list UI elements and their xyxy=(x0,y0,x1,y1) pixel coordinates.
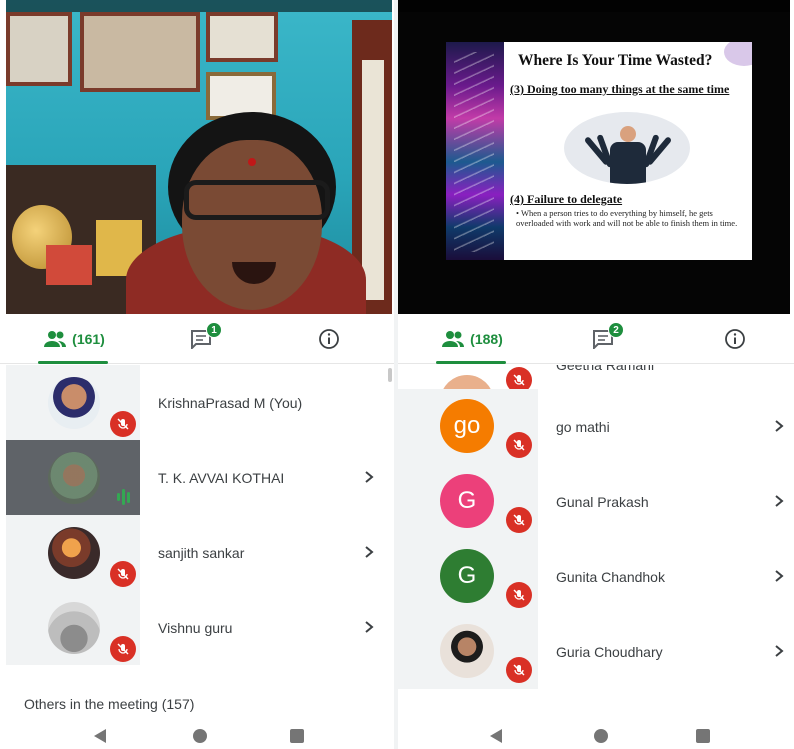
scrollbar-thumb[interactable] xyxy=(388,368,392,382)
avatar xyxy=(440,624,494,678)
home-icon[interactable] xyxy=(193,729,207,743)
tab-chat[interactable]: 2 xyxy=(578,314,628,364)
slide-decoration xyxy=(446,42,504,260)
android-nav-bar xyxy=(0,722,394,749)
tab-people[interactable]: (188) xyxy=(428,314,516,364)
certificate xyxy=(46,245,92,285)
mic-off-icon xyxy=(506,582,532,608)
active-tab-indicator xyxy=(436,361,506,364)
tab-people[interactable]: (161) xyxy=(30,314,118,364)
chevron-right-icon xyxy=(775,645,784,657)
tab-info[interactable] xyxy=(710,314,760,364)
mic-off-icon xyxy=(506,657,532,683)
chat-badge: 2 xyxy=(608,322,624,338)
participant-name: T. K. AVVAI KOTHAI xyxy=(158,469,285,486)
avatar xyxy=(48,452,100,504)
slide-illustration xyxy=(564,112,690,184)
chevron-right-icon xyxy=(365,621,374,633)
avatar: G xyxy=(440,474,494,528)
mic-off-icon xyxy=(506,507,532,533)
status-bar xyxy=(6,0,392,12)
presentation-video[interactable]: Where Is Your Time Wasted? (3) Doing too… xyxy=(398,0,790,314)
presentation-slide: Where Is Your Time Wasted? (3) Doing too… xyxy=(446,42,752,260)
avatar xyxy=(48,377,100,429)
speaker-bindi xyxy=(248,158,256,166)
participant-list: Geetha Ramani go go mathi G Gunal Prakas… xyxy=(398,365,790,689)
active-tab-indicator xyxy=(38,361,108,364)
others-in-meeting-header: Others in the meeting (157) xyxy=(24,696,195,712)
people-icon xyxy=(442,331,465,347)
participant-name: go mathi xyxy=(556,418,610,435)
tab-info[interactable] xyxy=(304,314,354,364)
participant-row[interactable]: Vishnu guru xyxy=(6,590,392,665)
mic-off-icon xyxy=(506,432,532,458)
tab-bar: (161) 1 xyxy=(0,314,394,364)
participant-list: KrishnaPrasad M (You) T. K. AVVAI KOTHAI… xyxy=(6,365,392,665)
info-icon xyxy=(319,329,339,349)
avatar xyxy=(48,527,100,579)
participant-row[interactable]: T. K. AVVAI KOTHAI xyxy=(6,440,392,515)
back-icon[interactable] xyxy=(94,729,106,743)
participant-row[interactable]: G Gunita Chandhok xyxy=(398,539,790,614)
participant-name: Gunita Chandhok xyxy=(556,568,665,585)
home-icon[interactable] xyxy=(594,729,608,743)
chevron-right-icon xyxy=(775,420,784,432)
participant-name: Vishnu guru xyxy=(158,619,233,636)
avatar: go xyxy=(440,399,494,453)
wall-frame xyxy=(206,12,278,62)
mic-off-icon xyxy=(110,636,136,662)
participant-name: Gunal Prakash xyxy=(556,493,649,510)
chevron-right-icon xyxy=(775,570,784,582)
tab-chat[interactable]: 1 xyxy=(176,314,226,364)
participant-name: sanjith sankar xyxy=(158,544,245,561)
participant-row[interactable]: KrishnaPrasad M (You) xyxy=(6,365,392,440)
participant-row[interactable]: go go mathi xyxy=(398,389,790,464)
chevron-right-icon xyxy=(775,495,784,507)
people-count: (188) xyxy=(470,331,503,347)
participant-name: Guria Choudhary xyxy=(556,643,663,660)
slide-title: Where Is Your Time Wasted? xyxy=(518,52,713,69)
info-icon xyxy=(725,329,745,349)
slide-point: (4) Failure to delegate xyxy=(510,192,623,206)
participant-name: KrishnaPrasad M (You) xyxy=(158,394,303,411)
participant-name: Geetha Ramani xyxy=(556,365,655,373)
left-screen: (161) 1 KrishnaPrasad M (You) T. K. AVVA… xyxy=(0,0,394,749)
speaker-video[interactable] xyxy=(6,0,392,314)
wall-frame xyxy=(6,12,72,86)
speaker-glasses xyxy=(184,180,330,220)
mic-off-icon xyxy=(110,411,136,437)
people-count: (161) xyxy=(72,331,105,347)
recent-apps-icon[interactable] xyxy=(696,729,710,743)
recent-apps-icon[interactable] xyxy=(290,729,304,743)
slide-body-text: • When a person tries to do everything b… xyxy=(516,208,738,228)
participant-row[interactable]: Guria Choudhary xyxy=(398,614,790,689)
participant-row[interactable]: sanjith sankar xyxy=(6,515,392,590)
chevron-right-icon xyxy=(365,471,374,483)
back-icon[interactable] xyxy=(490,729,502,743)
status-bar xyxy=(398,0,790,12)
avatar xyxy=(48,602,100,654)
chevron-right-icon xyxy=(365,546,374,558)
mic-off-icon xyxy=(110,561,136,587)
tab-bar: (188) 2 xyxy=(398,314,794,364)
participant-row[interactable]: G Gunal Prakash xyxy=(398,464,790,539)
slide-point: (3) Doing too many things at the same ti… xyxy=(510,82,730,96)
mic-off-icon xyxy=(506,367,532,389)
wall-frame xyxy=(80,12,200,92)
avatar: G xyxy=(440,549,494,603)
chat-badge: 1 xyxy=(206,322,222,338)
participant-row[interactable]: Geetha Ramani xyxy=(398,365,790,389)
people-icon xyxy=(44,331,67,347)
speaking-indicator-icon xyxy=(112,486,134,508)
right-screen: Where Is Your Time Wasted? (3) Doing too… xyxy=(398,0,794,749)
android-nav-bar xyxy=(398,722,794,749)
